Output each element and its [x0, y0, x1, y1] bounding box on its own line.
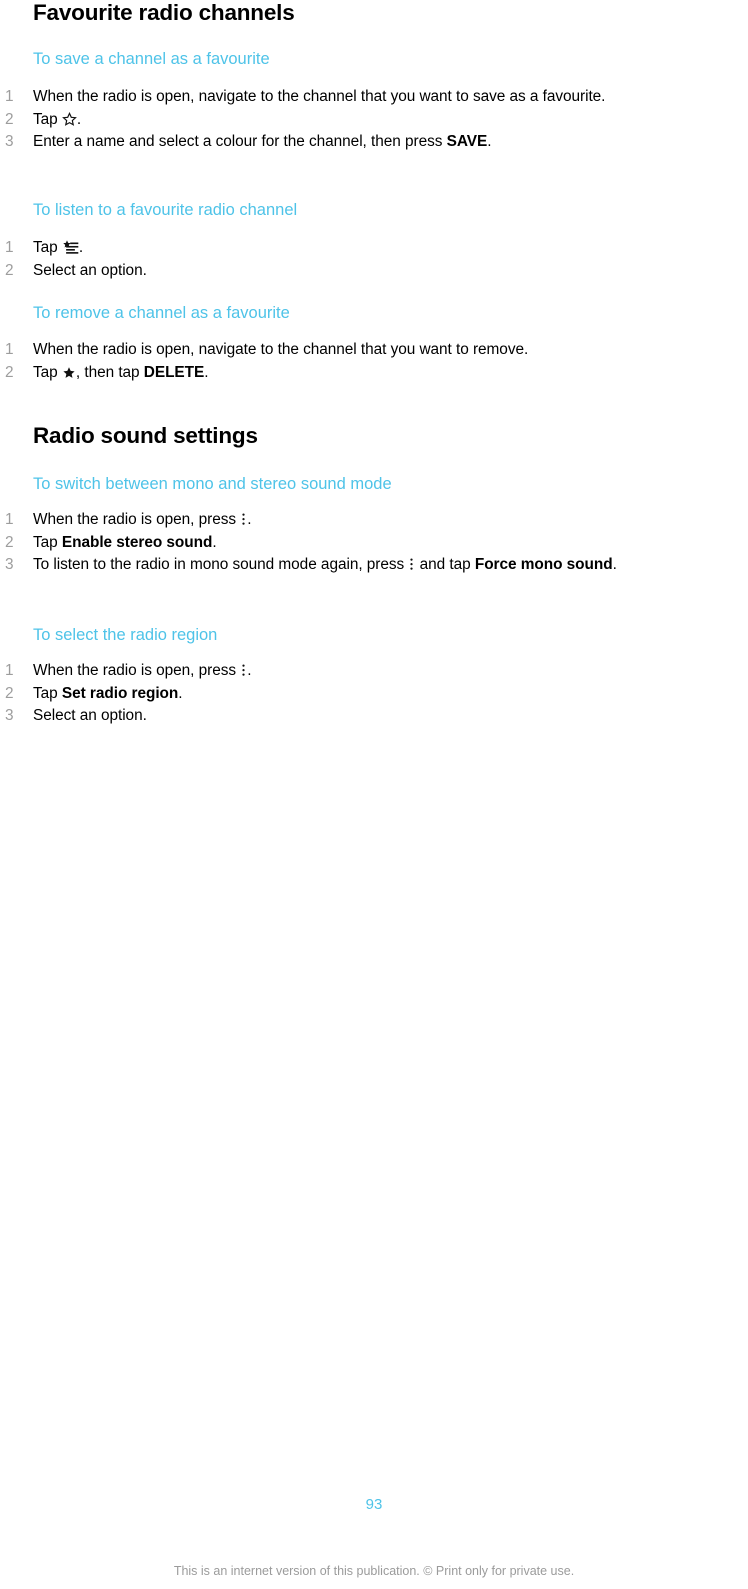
step-text: Select an option. — [33, 261, 147, 279]
step-text: . — [204, 363, 209, 381]
footer-disclaimer: This is an internet version of this publ… — [173, 1564, 575, 1578]
procedure-step: Tap Set radio region. — [0, 683, 715, 706]
step-text: When the radio is open, press — [33, 662, 241, 679]
ui-term: Force mono sound — [474, 556, 613, 573]
step-text: Tap — [33, 684, 62, 702]
procedure-step: Tap , then tap DELETE. — [0, 362, 715, 385]
step-text: Tap — [33, 363, 62, 381]
task-heading-listen-favourite: To listen to a favourite radio channel — [33, 201, 298, 219]
step-text: Tap — [33, 110, 62, 128]
page-title: Favourite radio channels — [33, 0, 295, 25]
task-heading-remove-favourite: To remove a channel as a favourite — [33, 304, 290, 322]
task-heading-radio-region: To select the radio region — [33, 626, 218, 644]
favourites-list-icon — [63, 240, 79, 254]
task-heading-mono-stereo: To switch between mono and stereo sound … — [33, 475, 392, 493]
manual-page: Favourite radio channels To save a chann… — [0, 0, 748, 1589]
step-text: When the radio is open, navigate to the … — [33, 88, 606, 105]
step-text: . — [212, 533, 217, 551]
procedure-step: When the radio is open, navigate to the … — [0, 86, 715, 109]
procedure-step: To listen to the radio in mono sound mod… — [0, 554, 715, 577]
procedure-step: When the radio is open, press . — [0, 509, 715, 532]
page-number: 93 — [365, 1496, 383, 1513]
procedure-step: When the radio is open, navigate to the … — [0, 339, 715, 362]
step-text: When the radio is open, press — [33, 511, 241, 528]
procedure-step: Tap . — [0, 109, 715, 132]
steps-remove-favourite: When the radio is open, navigate to the … — [0, 339, 715, 384]
step-text: . — [76, 110, 82, 128]
ui-term: DELETE — [143, 363, 205, 381]
step-text: . — [178, 684, 183, 702]
step-text: Tap — [33, 239, 62, 256]
overflow-menu-icon — [410, 558, 413, 570]
procedure-step: Select an option. — [0, 705, 715, 728]
step-text: . — [612, 556, 617, 573]
steps-radio-region: When the radio is open, press . Tap Set r… — [0, 660, 715, 728]
procedure-step: Tap Enable stereo sound. — [0, 532, 715, 555]
step-text: When the radio is open, navigate to the … — [33, 341, 529, 358]
overflow-menu-icon — [242, 513, 245, 525]
step-text: , then tap — [75, 363, 144, 381]
step-text: . — [78, 239, 84, 256]
step-text: . — [247, 511, 252, 528]
step-text: and tap — [415, 556, 475, 573]
star-filled-icon — [63, 366, 75, 378]
procedure-step: Tap . — [0, 237, 715, 260]
overflow-menu-icon — [242, 664, 245, 676]
ui-term: SAVE — [446, 133, 488, 150]
step-text: Tap — [33, 533, 62, 551]
steps-listen-favourite: Tap . Select an option. — [0, 237, 715, 282]
steps-save-favourite: When the radio is open, navigate to the … — [0, 86, 715, 154]
task-heading-save-favourite: To save a channel as a favourite — [33, 50, 270, 68]
procedure-step: Enter a name and select a colour for the… — [0, 131, 715, 154]
step-text: . — [487, 133, 492, 150]
step-text: To listen to the radio in mono sound mod… — [33, 556, 409, 573]
step-text: Enter a name and select a colour for the… — [33, 133, 447, 150]
ui-term: Enable stereo sound — [61, 533, 213, 551]
star-outline-icon — [62, 111, 77, 126]
step-text: Select an option. — [33, 707, 147, 724]
steps-mono-stereo: When the radio is open, press . Tap Enabl… — [0, 509, 715, 577]
section-title-radio-sound-settings: Radio sound settings — [33, 423, 258, 448]
procedure-step: Select an option. — [0, 260, 715, 283]
ui-term: Set radio region — [61, 684, 179, 702]
step-text: . — [247, 662, 252, 679]
procedure-step: When the radio is open, press . — [0, 660, 715, 683]
